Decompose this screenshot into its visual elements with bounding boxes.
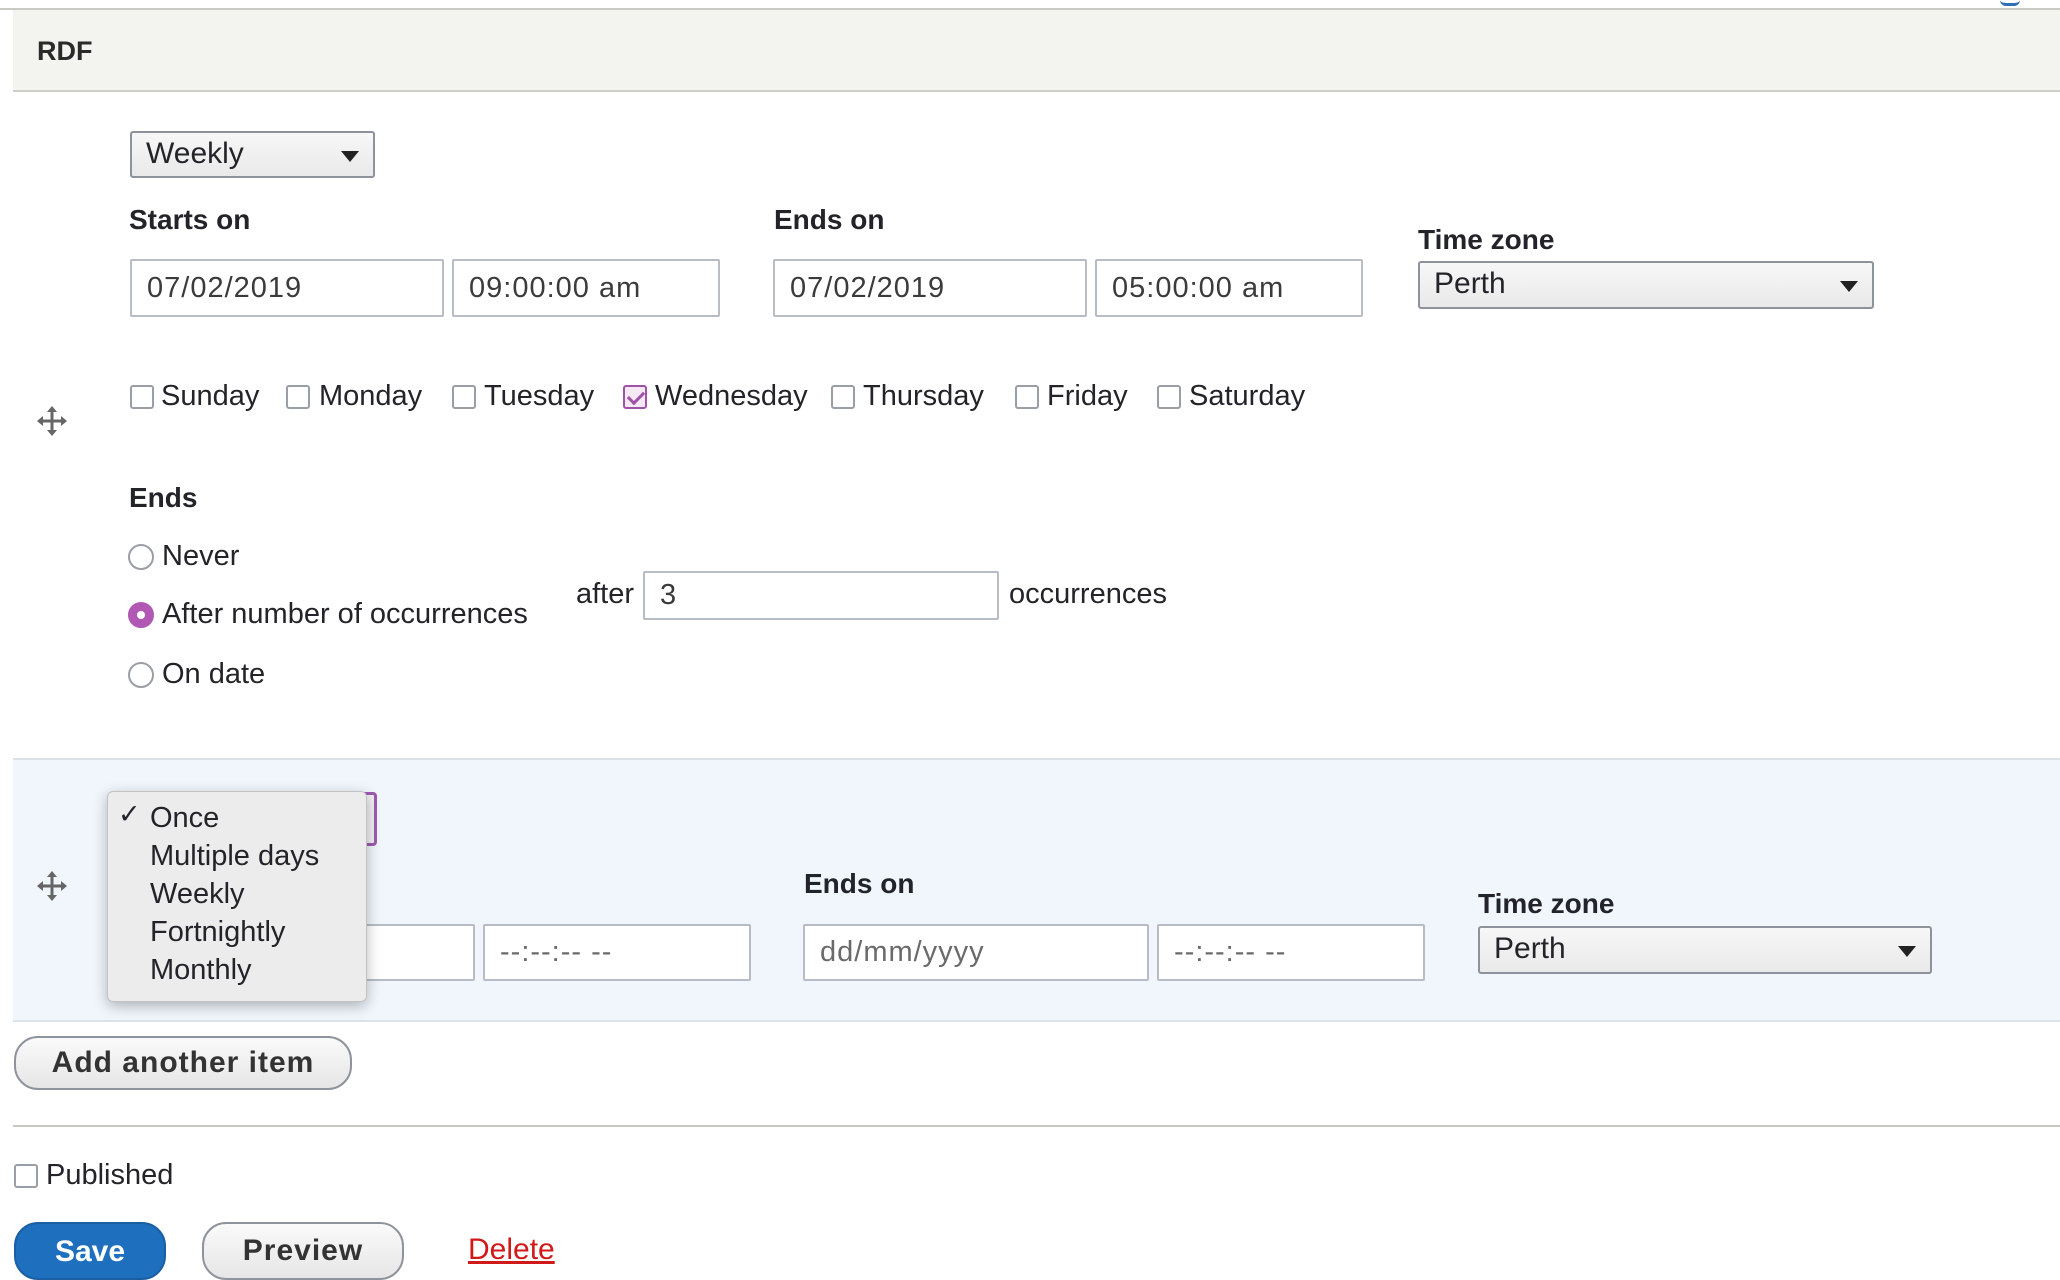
day-wednesday-checkbox[interactable] <box>623 385 647 409</box>
timezone-select-2[interactable]: Perth <box>1478 926 1932 974</box>
checkmark-icon: ✓ <box>118 799 141 829</box>
published-checkbox[interactable] <box>14 1164 38 1188</box>
day-friday-label: Friday <box>1047 380 1128 412</box>
caret-down-icon <box>1898 946 1916 957</box>
day-sunday-checkbox[interactable] <box>130 385 154 409</box>
section-header <box>13 10 2060 92</box>
ends-on-date-label: On date <box>162 658 266 690</box>
day-monday-checkbox[interactable] <box>286 385 310 409</box>
delete-link[interactable]: Delete <box>468 1233 555 1267</box>
preview-button[interactable]: Preview <box>202 1222 404 1280</box>
end-date-input[interactable]: 07/02/2019 <box>773 259 1087 317</box>
caret-down-icon <box>341 151 359 162</box>
day-monday-label: Monday <box>319 380 423 412</box>
day-tuesday-checkbox[interactable] <box>452 385 476 409</box>
repeat-select[interactable]: Weekly <box>130 131 375 178</box>
drag-handle-icon[interactable] <box>36 870 68 902</box>
drag-handle-icon[interactable] <box>36 405 68 437</box>
timezone-select-value: Perth <box>1434 267 1506 300</box>
timezone-label: Time zone <box>1418 224 1555 255</box>
end-time-input[interactable]: 05:00:00 am <box>1095 259 1363 317</box>
caret-down-icon <box>1840 281 1858 292</box>
starts-on-label: Starts on <box>129 204 251 235</box>
published-label: Published <box>46 1159 174 1191</box>
ends-on-label: Ends on <box>774 204 885 235</box>
day-saturday-checkbox[interactable] <box>1157 385 1181 409</box>
dropdown-option-fortnightly[interactable]: Fortnightly <box>150 916 285 949</box>
dropdown-option-once[interactable]: Once <box>150 802 219 835</box>
corner-link-fragment <box>2000 0 2020 6</box>
ends-on-date-radio[interactable] <box>128 662 154 688</box>
day-tuesday-label: Tuesday <box>484 380 595 412</box>
day-friday-checkbox[interactable] <box>1015 385 1039 409</box>
occurrences-input[interactable]: 3 <box>643 571 999 620</box>
save-button[interactable]: Save <box>14 1222 166 1280</box>
dropdown-option-multiple-days[interactable]: Multiple days <box>150 840 319 873</box>
divider <box>13 1125 2060 1127</box>
section-title: RDF <box>37 36 93 66</box>
end-time-input-2[interactable]: --:--:-- -- <box>1157 924 1425 981</box>
timezone-select-value-2: Perth <box>1494 932 1566 965</box>
ends-label: Ends <box>129 482 198 513</box>
ends-after-occurrences-label: After number of occurrences <box>162 598 528 630</box>
dropdown-option-weekly[interactable]: Weekly <box>150 878 245 911</box>
day-saturday-label: Saturday <box>1189 380 1306 412</box>
after-label: after <box>576 578 635 610</box>
start-time-input-2[interactable]: --:--:-- -- <box>483 924 751 981</box>
ends-never-label: Never <box>162 540 240 572</box>
ends-on-label-2: Ends on <box>804 868 915 899</box>
timezone-label-2: Time zone <box>1478 888 1615 919</box>
repeat-dropdown-menu: ✓ Once Multiple days Weekly Fortnightly … <box>107 791 367 1002</box>
start-time-input[interactable]: 09:00:00 am <box>452 259 720 317</box>
dropdown-option-monthly[interactable]: Monthly <box>150 954 252 987</box>
end-date-input-2[interactable]: dd/mm/yyyy <box>803 924 1149 981</box>
add-another-item-button[interactable]: Add another item <box>14 1036 352 1090</box>
day-sunday-label: Sunday <box>161 380 260 412</box>
occurrences-label: occurrences <box>1009 578 1167 610</box>
repeat-select-value: Weekly <box>146 137 244 170</box>
ends-after-occurrences-radio[interactable] <box>128 602 154 628</box>
day-thursday-label: Thursday <box>863 380 984 412</box>
start-date-input[interactable]: 07/02/2019 <box>130 259 444 317</box>
ends-never-radio[interactable] <box>128 544 154 570</box>
day-wednesday-label: Wednesday <box>655 380 808 412</box>
day-thursday-checkbox[interactable] <box>831 385 855 409</box>
timezone-select[interactable]: Perth <box>1418 261 1874 309</box>
